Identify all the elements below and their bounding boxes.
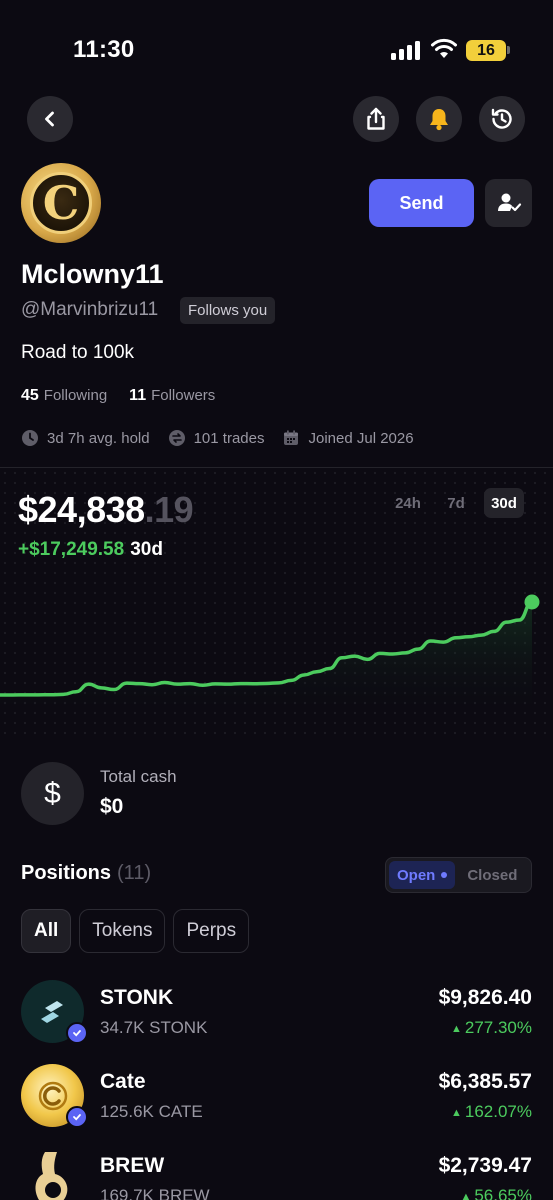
balance-main: $24,838 — [18, 489, 145, 530]
dollar-icon: $ — [21, 762, 84, 825]
range-30d[interactable]: 30d — [484, 488, 524, 518]
up-triangle-icon: ▲ — [450, 1107, 462, 1119]
clock-icon — [22, 430, 38, 446]
token-value: $6,385.57 — [438, 1070, 532, 1093]
status-time: 11:30 — [73, 36, 135, 63]
followers-link[interactable]: 11 Followers — [129, 387, 215, 405]
share-icon — [367, 107, 385, 130]
range-24h[interactable]: 24h — [388, 488, 428, 518]
verified-badge-icon — [66, 1106, 88, 1128]
tab-closed[interactable]: Closed — [459, 867, 525, 884]
range-7d[interactable]: 7d — [436, 488, 476, 518]
filter-all[interactable]: All — [21, 909, 72, 953]
cate-icon — [38, 1081, 67, 1110]
history-button[interactable] — [479, 96, 525, 142]
back-button[interactable] — [27, 96, 73, 142]
balance-decimals: .19 — [144, 489, 194, 530]
positions-label: Positions — [21, 862, 112, 884]
token-change-value: 56.65% — [474, 1186, 532, 1200]
trades-text: 101 trades — [193, 429, 265, 447]
followers-label: Followers — [151, 387, 216, 404]
filter-tokens[interactable]: Tokens — [79, 909, 166, 953]
filter-perps[interactable]: Perps — [173, 909, 250, 953]
wifi-icon — [431, 38, 457, 58]
chart-area — [0, 602, 532, 720]
list-item[interactable]: Cate 125.6K CATE $6,385.57 ▲ 162.07% — [0, 1064, 553, 1136]
following-count: 45 — [21, 387, 39, 404]
pnl-period: 30d — [130, 539, 163, 560]
positions-count: (11) — [117, 862, 152, 884]
verified-badge-icon — [66, 1022, 88, 1044]
battery-cap — [507, 46, 510, 54]
token-change-value: 277.30% — [464, 1018, 532, 1037]
notifications-button[interactable] — [416, 96, 462, 142]
token-change: ▲ 162.07% — [451, 1102, 532, 1122]
token-amount: 34.7K STONK — [100, 1018, 208, 1037]
profile-name: Mclowny11 — [21, 259, 164, 289]
chevron-left-icon — [45, 111, 54, 127]
token-name: BREW — [100, 1154, 165, 1177]
profile-handle: @Marvinbrizu11 — [21, 299, 159, 320]
token-name: STONK — [100, 986, 174, 1009]
portfolio-change: +$17,249.58 30d — [18, 539, 163, 561]
followers-count: 11 — [129, 387, 147, 404]
pnl-value: +$17,249.58 — [18, 539, 125, 560]
user-check-icon — [497, 193, 521, 212]
open-closed-toggle: Open Closed — [385, 857, 532, 893]
up-triangle-icon: ▲ — [460, 1191, 472, 1200]
tab-open[interactable]: Open — [389, 861, 456, 889]
token-change-value: 162.07% — [464, 1102, 532, 1121]
following-link[interactable]: 45 Following — [21, 387, 107, 405]
follows-you-badge: Follows you — [180, 297, 276, 324]
following-label: Following — [43, 387, 108, 404]
list-item[interactable]: STONK 34.7K STONK $9,826.40 ▲ 277.30% — [0, 980, 553, 1052]
joined-date: Joined Jul 2026 — [282, 429, 414, 447]
avatar[interactable]: C — [21, 163, 101, 243]
token-amount: 125.6K CATE — [100, 1102, 203, 1121]
list-item[interactable]: BREW 169.7K BREW $2,739.47 ▲ 56.65% — [0, 1148, 553, 1200]
token-value: $2,739.47 — [438, 1154, 532, 1177]
brew-icon — [35, 1152, 67, 1200]
token-amount: 169.7K BREW — [100, 1186, 210, 1200]
trades-count: 101 trades — [168, 429, 265, 447]
tab-open-label: Open — [397, 866, 436, 884]
profile-meta: 3d 7h avg. hold 101 trades Joined Jul 20… — [21, 429, 414, 447]
follow-stats: 45 Following 11 Followers — [21, 387, 215, 405]
token-change: ▲ 277.30% — [451, 1018, 532, 1038]
chart-current-point — [524, 594, 540, 610]
position-filters: All Tokens Perps — [21, 909, 250, 953]
token-change: ▲ 56.65% — [460, 1186, 532, 1200]
swap-icon — [168, 430, 185, 446]
portfolio-chart[interactable] — [0, 580, 553, 720]
total-cash-value: $0 — [100, 795, 124, 818]
positions-title: Positions (11) — [21, 862, 151, 885]
send-button[interactable]: Send — [369, 179, 474, 227]
avg-hold-text: 3d 7h avg. hold — [47, 429, 150, 447]
profile-bio: Road to 100k — [21, 342, 135, 363]
portfolio-balance: $24,838.19 — [18, 489, 194, 531]
total-cash-label: Total cash — [100, 767, 177, 786]
avg-hold: 3d 7h avg. hold — [21, 429, 150, 447]
range-selector: 24h 7d 30d — [388, 488, 524, 518]
stonk-icon — [40, 1000, 63, 1023]
calendar-icon — [284, 430, 299, 445]
up-triangle-icon: ▲ — [450, 1023, 462, 1035]
follow-button[interactable] — [485, 179, 532, 227]
avatar-image: C — [30, 172, 92, 234]
bell-icon — [430, 109, 448, 131]
history-icon — [491, 108, 512, 129]
open-dot-icon — [441, 872, 448, 878]
share-button[interactable] — [353, 96, 399, 142]
battery-indicator: 16 — [466, 40, 506, 61]
token-name: Cate — [100, 1070, 146, 1093]
token-value: $9,826.40 — [438, 986, 532, 1009]
brew-logo — [21, 1148, 84, 1200]
cellular-signal-icon — [391, 40, 423, 60]
joined-text: Joined Jul 2026 — [308, 429, 414, 447]
